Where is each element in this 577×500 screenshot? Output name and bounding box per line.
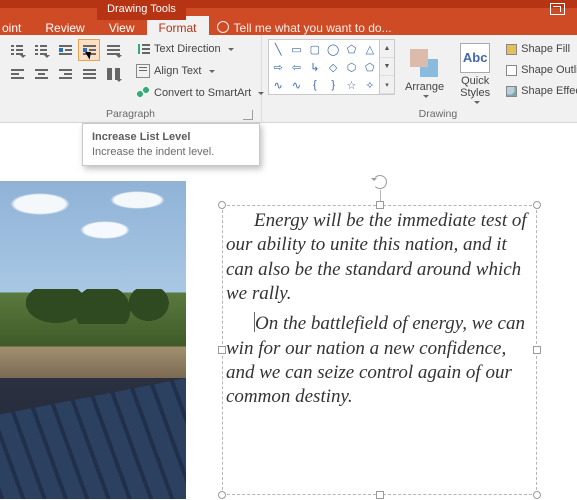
shape-outline-icon [506, 65, 517, 76]
shape-effects-label: Shape Effects [521, 85, 577, 97]
decrease-indent-button[interactable] [54, 39, 76, 61]
shape-arrow-l-icon[interactable]: ⇦ [287, 58, 305, 76]
increase-indent-button[interactable] [78, 39, 100, 61]
shape-rrect-icon[interactable]: ▢ [306, 40, 324, 58]
tooltip-increase-list-level: Increase List Level Increase the indent … [82, 123, 260, 166]
resize-handle-l[interactable] [218, 346, 226, 354]
line-spacing-icon [107, 45, 120, 55]
text-direction-button[interactable]: Text Direction [132, 39, 268, 59]
align-justify-button[interactable] [78, 63, 100, 85]
bullets-button[interactable] [6, 39, 28, 61]
text-box-content[interactable]: Energy will be the immediate test of our… [226, 209, 533, 491]
arrange-icon [410, 49, 440, 79]
tab-review[interactable]: Review [33, 16, 96, 35]
resize-handle-bl[interactable] [218, 491, 226, 499]
shape-connector-icon[interactable]: ↳ [306, 58, 324, 76]
resize-handle-b[interactable] [376, 491, 384, 499]
columns-button[interactable] [102, 63, 124, 85]
align-right-button[interactable] [54, 63, 76, 85]
ribbon: Text Direction Align Text Convert to Sma… [0, 35, 577, 123]
shapes-gallery[interactable]: ╲ ▭ ▢ ◯ ⬠ △ ⇨ ⇦ ↳ ◇ ⬡ ⬠ ∿ ∿ { } ☆ [268, 39, 380, 95]
restore-window-icon[interactable] [550, 3, 565, 15]
lightbulb-icon [217, 21, 229, 33]
tab-fragment[interactable]: oint [0, 16, 33, 35]
arrange-button[interactable]: Arrange [399, 39, 450, 107]
shapes-gallery-scroll: ▲ ▼ ▾ [380, 39, 395, 95]
shape-outline-button[interactable]: Shape Outline [502, 60, 577, 80]
tell-me-placeholder: Tell me what you want to do... [234, 21, 392, 35]
shape-effects-button[interactable]: Shape Effects [502, 81, 577, 101]
resize-handle-br[interactable] [533, 491, 541, 499]
text-direction-label: Text Direction [154, 43, 221, 55]
shape-rect-icon[interactable]: ▭ [287, 40, 305, 58]
slide-workspace: Energy will be the immediate test of our… [0, 155, 577, 500]
tell-me-search[interactable]: Tell me what you want to do... [209, 16, 400, 35]
gallery-more[interactable]: ▾ [380, 76, 394, 94]
resize-handle-r[interactable] [533, 346, 541, 354]
smartart-icon [136, 86, 150, 100]
contextual-tab-drawing-tools: Drawing Tools [97, 0, 186, 20]
gallery-scroll-down[interactable]: ▼ [380, 58, 394, 76]
bullets-icon [11, 45, 23, 55]
shape-fill-label: Shape Fill [521, 43, 570, 55]
ribbon-tabs: oint Review View Format Tell me what you… [0, 8, 577, 35]
quick-styles-label: Quick Styles [460, 75, 490, 99]
convert-smartart-label: Convert to SmartArt [154, 87, 251, 99]
shape-outline-label: Shape Outline [521, 64, 577, 76]
group-label-drawing: Drawing [268, 107, 577, 121]
shape-diamond-icon[interactable]: ◇ [324, 58, 342, 76]
resize-handle-tl[interactable] [218, 201, 226, 209]
shape-brace-r-icon[interactable]: } [324, 76, 342, 94]
tooltip-body: Increase the indent level. [92, 146, 250, 158]
align-left-button[interactable] [6, 63, 28, 85]
shape-fill-icon [506, 44, 517, 55]
align-center-icon [35, 69, 48, 79]
rotate-handle[interactable] [373, 175, 387, 189]
group-label-paragraph: Paragraph [6, 107, 255, 121]
resize-handle-t[interactable] [376, 201, 384, 209]
decrease-indent-icon [59, 45, 72, 55]
shape-curve2-icon[interactable]: ∿ [287, 76, 305, 94]
paragraph-2: On the battlefield of energy, we can win… [226, 312, 533, 409]
shape-callout-icon[interactable]: ⬠ [342, 40, 360, 58]
paragraph-1: Energy will be the immediate test of our… [226, 209, 533, 306]
gallery-scroll-up[interactable]: ▲ [380, 40, 394, 58]
align-text-label: Align Text [154, 65, 202, 77]
slide-image[interactable] [0, 181, 186, 499]
numbering-icon [35, 45, 47, 55]
shape-fill-button[interactable]: Shape Fill [502, 39, 577, 59]
align-justify-icon [83, 69, 96, 79]
line-spacing-button[interactable] [102, 39, 124, 61]
numbering-button[interactable] [30, 39, 52, 61]
columns-icon [107, 68, 120, 80]
align-left-icon [11, 69, 24, 79]
shape-star5-icon[interactable]: ☆ [342, 76, 360, 94]
quick-styles-button[interactable]: Abc Quick Styles [454, 39, 496, 107]
shape-oval-icon[interactable]: ◯ [324, 40, 342, 58]
shape-brace-l-icon[interactable]: { [306, 76, 324, 94]
align-right-icon [59, 69, 72, 79]
align-text-button[interactable]: Align Text [132, 61, 268, 81]
shape-line-icon[interactable]: ╲ [269, 40, 287, 58]
align-center-button[interactable] [30, 63, 52, 85]
shape-star-icon[interactable]: ⬠ [361, 58, 379, 76]
tooltip-title: Increase List Level [92, 131, 250, 143]
shape-arrow-r-icon[interactable]: ⇨ [269, 58, 287, 76]
paragraph-dialog-launcher[interactable] [243, 110, 253, 120]
text-box[interactable]: Energy will be the immediate test of our… [222, 205, 537, 495]
align-text-icon [136, 64, 150, 78]
text-direction-icon [136, 42, 150, 56]
shape-curve-icon[interactable]: ∿ [269, 76, 287, 94]
shape-cloud-icon[interactable]: ✧ [361, 76, 379, 94]
arrange-label: Arrange [405, 81, 444, 93]
quick-styles-icon: Abc [460, 43, 490, 73]
shape-triangle-icon[interactable]: △ [361, 40, 379, 58]
shape-hex-icon[interactable]: ⬡ [342, 58, 360, 76]
shape-effects-icon [506, 86, 517, 97]
resize-handle-tr[interactable] [533, 201, 541, 209]
convert-smartart-button[interactable]: Convert to SmartArt [132, 83, 268, 103]
